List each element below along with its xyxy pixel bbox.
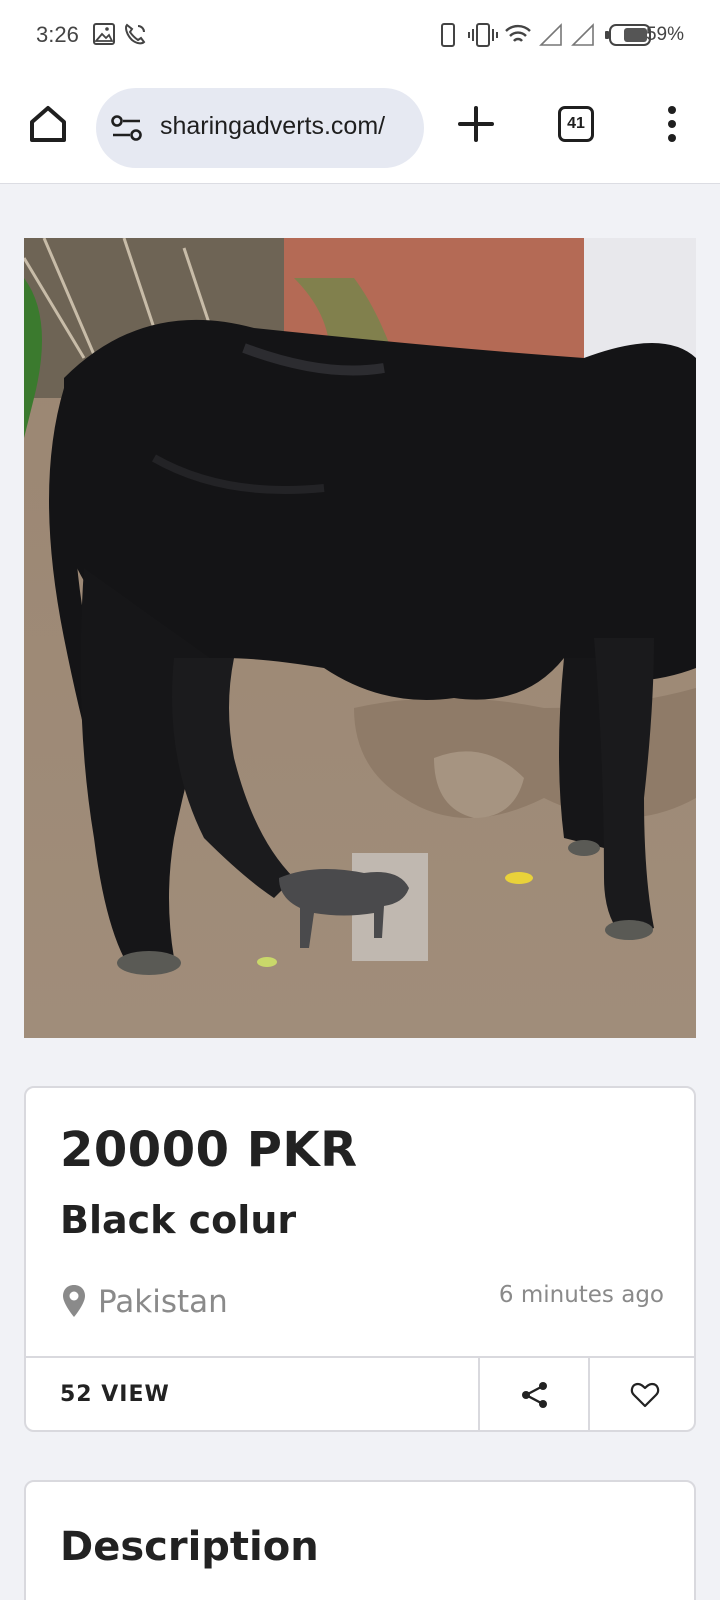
favorite-button[interactable] <box>588 1358 694 1430</box>
heart-icon <box>630 1382 660 1408</box>
description-card: Description <box>24 1480 696 1600</box>
new-tab-plus-icon[interactable] <box>456 104 496 144</box>
signal-icon <box>571 23 594 46</box>
location-pin-icon <box>63 1285 85 1317</box>
black-cow-photo <box>24 238 696 1038</box>
share-button[interactable] <box>478 1358 588 1430</box>
signal-icon <box>539 23 562 46</box>
site-settings-icon[interactable] <box>110 114 144 142</box>
status-bar: 3:26 59% <box>0 0 720 72</box>
listing-card: 20000 PKR Black colur Pakistan 6 minutes… <box>24 1086 696 1432</box>
listing-photo[interactable] <box>24 238 696 1038</box>
share-icon <box>522 1382 547 1408</box>
device-icon <box>441 23 455 47</box>
listing-posted-time: 6 minutes ago <box>498 1282 664 1308</box>
url-text[interactable]: sharingadverts.com/ <box>160 112 385 141</box>
listing-price: 20000 PKR <box>60 1122 358 1178</box>
wifi-icon <box>505 24 531 42</box>
listing-location: Pakistan <box>98 1284 228 1320</box>
battery-percent: 59% <box>645 24 684 45</box>
status-time: 3:26 <box>36 22 79 47</box>
phone-call-icon <box>125 23 146 45</box>
image-icon <box>93 23 115 45</box>
address-bar[interactable]: sharingadverts.com/ <box>96 88 424 168</box>
view-count: 52 VIEW <box>60 1382 170 1407</box>
home-icon[interactable] <box>26 102 70 146</box>
tab-switcher-icon[interactable]: 41 <box>558 106 594 142</box>
description-heading: Description <box>60 1524 319 1570</box>
listing-card-footer: 52 VIEW <box>26 1356 694 1430</box>
listing-title[interactable]: Black colur <box>60 1198 296 1242</box>
more-vertical-icon[interactable] <box>660 102 684 146</box>
browser-toolbar: sharingadverts.com/ 41 <box>0 72 720 184</box>
battery-icon <box>605 24 651 46</box>
vibrate-icon <box>468 23 498 47</box>
